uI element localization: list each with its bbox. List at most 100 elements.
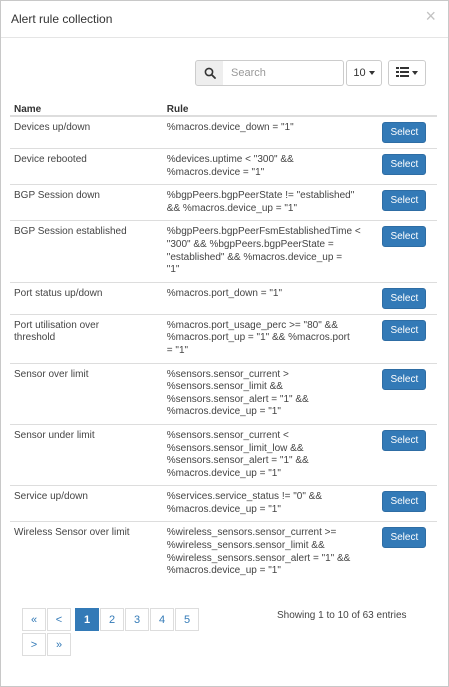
pager-prev-button[interactable]: < (47, 608, 71, 631)
select-button[interactable]: Select (382, 527, 427, 549)
alert-rules-table: Name Rule Devices up/down %macros.device_… (10, 98, 437, 583)
rule-expression-line: %macros.device_up = "1" (166, 406, 281, 418)
rule-name-cell: Devices up/down (10, 115, 163, 149)
pager-next-button[interactable]: > (22, 633, 46, 656)
rule-expression-line: %bgpPeers.bgpPeerFsmEstablishedTime < (166, 226, 361, 238)
rule-expression-line: %sensors.sensor_alert = "1" && (166, 393, 309, 405)
action-cell: Select (382, 362, 437, 425)
rule-expression-line: %sensors.sensor_limit_low && (166, 442, 304, 454)
action-cell: Select (382, 220, 437, 283)
caret-down-icon (368, 71, 375, 75)
action-cell: Select (382, 147, 437, 185)
select-button[interactable]: Select (382, 190, 427, 212)
pager-page-2[interactable]: 2 (100, 608, 124, 631)
table-header-row: Name Rule (10, 98, 437, 117)
select-button[interactable]: Select (382, 287, 427, 309)
page-size-value: 10 (353, 67, 366, 79)
pager-first-button[interactable]: « (22, 608, 46, 631)
rule-expression-line: && %macros.device_up = "1" (166, 202, 298, 214)
rule-name-cell: BGP Session down (10, 184, 163, 221)
select-button[interactable]: Select (382, 122, 427, 143)
action-cell: Select (382, 281, 437, 315)
page-size-dropdown[interactable]: 10 (346, 60, 382, 86)
rule-name-line: Port status up/down (14, 287, 103, 299)
rule-expression-line: %macros.device_up = "1" (166, 503, 281, 515)
pagination-info: Showing 1 to 10 of 63 entries (277, 610, 407, 621)
rule-expression-line: %macros.device_down = "1" (166, 122, 294, 133)
pager-last-button[interactable]: » (47, 633, 71, 656)
rule-name-cell: Sensor under limit (10, 423, 163, 486)
select-button[interactable]: Select (382, 368, 427, 390)
rule-expression-cell: %wireless_sensors.sensor_current >= %wire… (162, 521, 384, 583)
rule-expression-line: %bgpPeers.bgpPeerState != "established" (166, 190, 355, 202)
rule-expression-line: %sensors.sensor_current > (166, 368, 289, 380)
table-row: Devices up/down %macros.device_down = "1"… (10, 115, 437, 149)
column-header-rule[interactable]: Rule (162, 98, 384, 117)
table-row: Wireless Sensor over limit %wireless_sens… (10, 521, 437, 583)
rule-expression-line: = "1" (166, 344, 189, 356)
rule-expression-line: %wireless_sensors.sensor_alert = "1" && (166, 552, 351, 564)
rule-name-cell: Port utilisation over threshold (10, 313, 163, 364)
rule-expression-line: %macros.device = "1" (166, 166, 265, 178)
select-button[interactable]: Select (382, 429, 427, 451)
close-icon[interactable]: × (425, 7, 436, 25)
table-row: BGP Session down %bgpPeers.bgpPeerState !… (10, 184, 437, 221)
rule-name-line: Wireless Sensor over limit (14, 527, 130, 539)
rule-expression-line: %devices.uptime < "300" && (166, 154, 294, 165)
rule-name-line: Port utilisation over (14, 319, 100, 331)
search-input[interactable] (223, 60, 344, 86)
table-row: Sensor over limit %sensors.sensor_current… (10, 362, 437, 425)
rule-expression-line: %sensors.sensor_current < (166, 429, 289, 441)
pager-page-4[interactable]: 4 (150, 608, 174, 631)
rule-name-cell: Wireless Sensor over limit (10, 521, 163, 583)
table-row: Device rebooted %devices.uptime < "300" &… (10, 147, 437, 185)
select-button[interactable]: Select (382, 226, 427, 248)
columns-dropdown[interactable] (388, 60, 426, 86)
action-cell: Select (382, 313, 437, 364)
rule-name-line: threshold (14, 332, 56, 344)
rule-name-line: BGP Session down (14, 190, 100, 202)
list-columns-icon (396, 66, 409, 80)
rule-expression-line: %macros.port_usage_perc >= "80" && (166, 319, 338, 331)
rule-expression-line: %wireless_sensors.sensor_current >= (166, 527, 337, 539)
select-button[interactable]: Select (382, 319, 427, 341)
rule-expression-line: "1" (166, 264, 180, 276)
table-row: BGP Session established %bgpPeers.bgpPeer… (10, 220, 437, 283)
table-row: Port status up/down %macros.port_down = "… (10, 281, 437, 315)
caret-down-icon (412, 71, 418, 75)
pager-page-1[interactable]: 1 (75, 608, 99, 631)
pager-page-3[interactable]: 3 (125, 608, 149, 631)
column-header-actions (383, 98, 437, 117)
select-button[interactable]: Select (382, 154, 427, 175)
table-body: Devices up/down %macros.device_down = "1"… (10, 115, 437, 583)
rule-name-cell: Sensor over limit (10, 362, 163, 425)
rule-name-line: Sensor under limit (14, 429, 95, 441)
action-cell: Select (382, 184, 437, 221)
rule-expression-cell: %bgpPeers.bgpPeerState != "established" &… (162, 184, 384, 221)
rule-expression-line: %sensors.sensor_alert = "1" && (166, 455, 309, 467)
rule-name-cell: BGP Session established (10, 220, 163, 283)
select-button[interactable]: Select (382, 491, 427, 513)
table-row: Sensor under limit %sensors.sensor_curren… (10, 423, 437, 486)
table-toolbar: 10 (1, 60, 448, 86)
table-row: Service up/down %services.service_status … (10, 485, 437, 522)
table-row: Port utilisation over threshold %macros.po… (10, 313, 437, 364)
column-header-name[interactable]: Name (10, 98, 163, 117)
rule-name-cell: Device rebooted (10, 147, 163, 185)
rule-expression-line: %macros.device_up = "1" (166, 565, 281, 577)
rule-name-line: Devices up/down (14, 122, 91, 133)
pager-page-5[interactable]: 5 (175, 608, 199, 631)
modal-header: Alert rule collection × (1, 1, 448, 38)
rule-expression-cell: %macros.device_down = "1" (162, 115, 384, 149)
rule-expression-cell: %macros.port_down = "1" (162, 281, 384, 315)
rule-name-line: BGP Session established (14, 226, 127, 238)
action-cell: Select (382, 521, 437, 583)
rule-expression-line: %macros.port_down = "1" (166, 287, 282, 299)
action-cell: Select (382, 485, 437, 522)
rule-expression-cell: %bgpPeers.bgpPeerFsmEstablishedTime < "30… (162, 220, 384, 283)
modal-title: Alert rule collection (11, 12, 113, 26)
rule-name-line: Service up/down (14, 491, 88, 503)
search-icon (195, 60, 225, 86)
rule-expression-line: %macros.port_up = "1" && %macros.port (166, 332, 350, 344)
rule-name-cell: Port status up/down (10, 281, 163, 315)
